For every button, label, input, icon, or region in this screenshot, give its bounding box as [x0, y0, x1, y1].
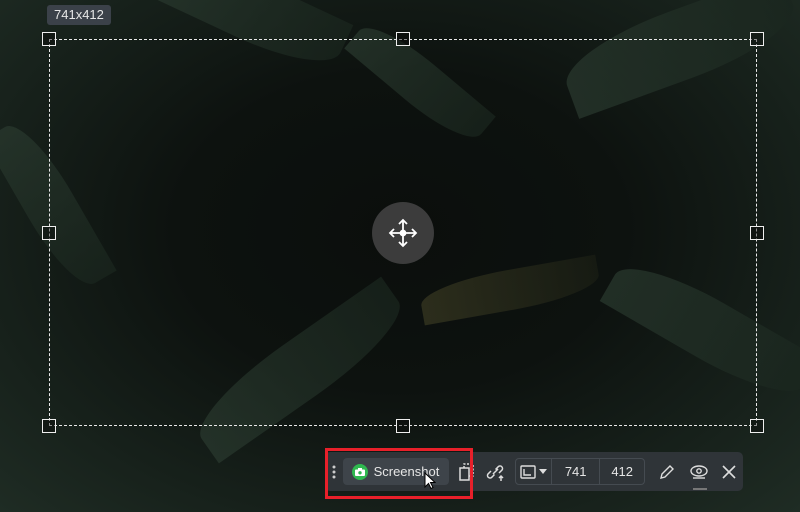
resize-handle-e[interactable] [750, 226, 764, 240]
selection-size-label: 741x412 [47, 5, 111, 25]
chevron-down-icon [539, 469, 548, 474]
resize-handle-se[interactable] [750, 419, 764, 433]
aspect-ratio-dropdown[interactable] [516, 459, 553, 484]
size-controls: 741 412 [515, 458, 646, 485]
resize-handle-s[interactable] [396, 419, 410, 433]
move-button[interactable] [372, 202, 434, 264]
screen-size-icon [520, 464, 536, 479]
mouse-cursor-icon [424, 472, 436, 490]
resize-handle-nw[interactable] [42, 32, 56, 46]
link-upload-icon [487, 464, 504, 481]
move-arrows-icon [388, 218, 418, 248]
height-input[interactable]: 412 [600, 459, 644, 484]
preview-button[interactable] [685, 457, 713, 490]
edit-button[interactable] [653, 457, 681, 487]
resize-handle-w[interactable] [42, 226, 56, 240]
close-icon [722, 464, 736, 479]
width-input[interactable]: 741 [552, 459, 601, 484]
eye-icon [690, 464, 708, 479]
pencil-icon [660, 464, 675, 479]
highlight-annotation-box [325, 448, 473, 499]
close-button[interactable] [715, 457, 743, 487]
resize-handle-ne[interactable] [750, 32, 764, 46]
share-link-button[interactable] [481, 457, 509, 487]
resize-handle-n[interactable] [396, 32, 410, 46]
resize-handle-sw[interactable] [42, 419, 56, 433]
